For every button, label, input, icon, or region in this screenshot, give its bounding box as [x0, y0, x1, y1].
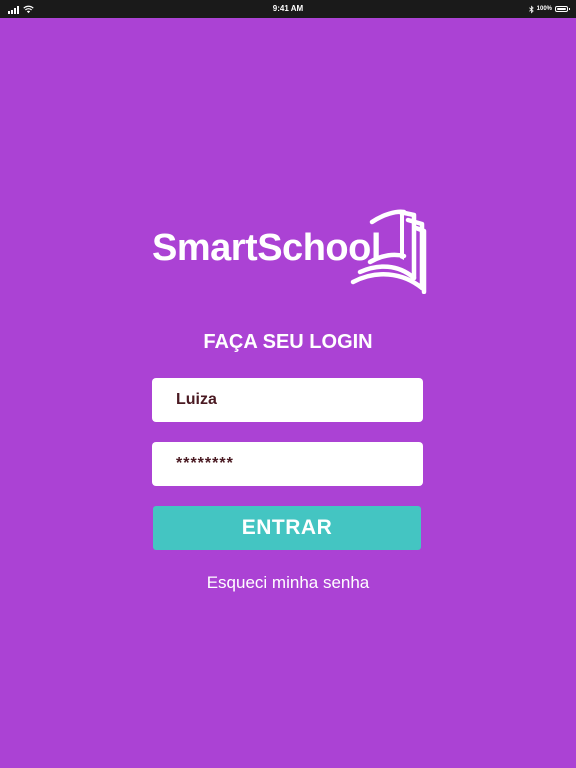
forgot-password-link[interactable]: Esqueci minha senha	[0, 572, 576, 594]
password-field[interactable]: ********	[152, 442, 423, 486]
status-right: 100%	[528, 4, 570, 14]
smartschool-logo: SmartSchool	[150, 206, 430, 296]
login-title: FAÇA SEU LOGIN	[203, 331, 373, 353]
status-bar: 9:41 AM 100%	[0, 0, 576, 18]
bluetooth-icon	[528, 5, 534, 13]
login-button[interactable]: ENTRAR	[153, 506, 421, 550]
open-book-icon	[350, 209, 427, 294]
username-field[interactable]: Luiza	[152, 378, 423, 422]
battery-percentage: 100%	[536, 6, 552, 12]
status-time: 9:41 AM	[272, 4, 304, 13]
battery-fill	[557, 8, 566, 10]
battery-icon	[555, 6, 570, 12]
logo-text: SmartSchool	[152, 227, 381, 269]
